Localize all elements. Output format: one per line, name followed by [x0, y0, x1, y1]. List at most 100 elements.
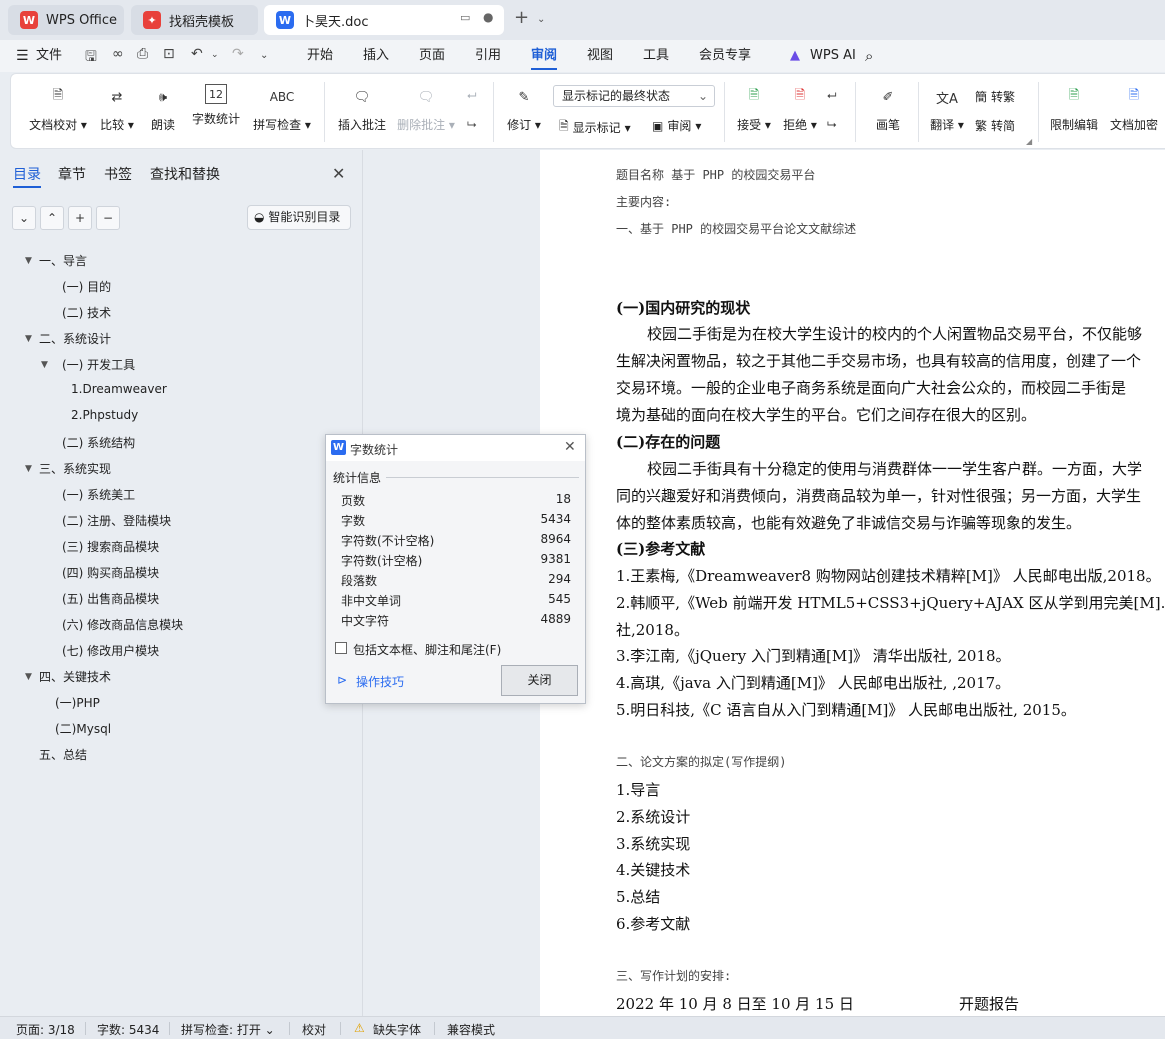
toc-item[interactable]: (三) 搜索商品模块: [62, 538, 159, 555]
wps-writer-icon: W: [331, 440, 346, 455]
show-markup-button[interactable]: 🗎 显示标记 ▾: [559, 117, 631, 138]
toc-item[interactable]: (二) 技术: [62, 304, 111, 321]
toc-item[interactable]: (二)Mysql: [55, 720, 111, 737]
tab-list-chevron-icon[interactable]: ⌄: [537, 14, 545, 25]
nav-tab-sections[interactable]: 章节: [58, 164, 86, 184]
review-pane-button[interactable]: ▣ 审阅 ▾: [652, 117, 701, 134]
menu-tools[interactable]: 工具: [643, 40, 669, 72]
toc-item[interactable]: 三、系统实现: [39, 460, 111, 477]
new-tab-plus-icon[interactable]: +: [514, 7, 529, 28]
to-simplified-button[interactable]: 繁 转简: [975, 117, 1015, 134]
toc-item[interactable]: 二、系统设计: [39, 330, 111, 347]
close-button[interactable]: 关闭: [501, 665, 578, 696]
status-page[interactable]: 页面: 3/18: [16, 1021, 75, 1038]
pen-button[interactable]: ✐ 画笔: [871, 74, 905, 150]
toc-item[interactable]: (一) 系统美工: [62, 486, 135, 503]
menu-review[interactable]: 审阅: [531, 40, 558, 72]
toc-item[interactable]: (一)PHP: [55, 694, 100, 711]
tab-document[interactable]: W 卜昊天.doc ▭ ●: [264, 5, 504, 35]
toc-item[interactable]: 四、关键技术: [39, 668, 111, 685]
toc-item[interactable]: 2.Phpstudy: [71, 408, 138, 422]
dialog-titlebar[interactable]: W 字数统计 ✕: [326, 435, 585, 461]
prev-change-icon[interactable]: ⮠: [827, 88, 837, 103]
toc-item[interactable]: (五) 出售商品模块: [62, 590, 159, 607]
nav-tab-bookmarks[interactable]: 书签: [104, 164, 132, 184]
expand-triangle-icon[interactable]: ▼: [25, 334, 32, 344]
nav-tab-toc[interactable]: 目录: [13, 164, 41, 188]
prev-comment-icon[interactable]: ⮠: [467, 88, 477, 103]
encrypt-button[interactable]: 🗎 文档加密: [1109, 74, 1159, 150]
link-icon[interactable]: ∞: [112, 46, 124, 62]
toc-item[interactable]: 1.Dreamweaver: [71, 382, 167, 396]
toc-item[interactable]: (二) 系统结构: [62, 434, 135, 451]
menu-home[interactable]: 开始: [307, 40, 333, 72]
menu-view[interactable]: 视图: [587, 40, 613, 72]
ribbon-expand-icon[interactable]: ◢: [1026, 137, 1032, 146]
menu-page[interactable]: 页面: [419, 40, 445, 72]
docer-logo-icon: ✦: [143, 11, 161, 29]
accept-button[interactable]: 🗎 接受 ▾: [735, 74, 773, 150]
undo-icon[interactable]: ↶: [191, 46, 203, 62]
next-comment-icon[interactable]: ⮡: [467, 117, 477, 132]
reject-button[interactable]: 🗎 拒绝 ▾: [781, 74, 819, 150]
menu-insert[interactable]: 插入: [363, 40, 389, 72]
collapse-up-icon[interactable]: ⌃: [40, 206, 64, 230]
expand-triangle-icon[interactable]: ▼: [41, 360, 48, 370]
delete-comment-button[interactable]: 🗨 删除批注 ▾: [396, 74, 456, 150]
search-icon[interactable]: ⌕: [865, 40, 873, 72]
to-traditional-button[interactable]: 簡 转繁: [975, 88, 1015, 105]
save-icon[interactable]: 🖫: [85, 46, 97, 70]
remove-level-icon[interactable]: −: [96, 206, 120, 230]
undo-dropdown-icon[interactable]: ⌄: [211, 50, 219, 60]
revise-button[interactable]: ✎ 修订 ▾: [505, 74, 543, 150]
tab-docer-templates[interactable]: ✦ 找稻壳模板: [131, 5, 258, 35]
toc-item[interactable]: (七) 修改用户模块: [62, 642, 159, 659]
toc-item[interactable]: (二) 注册、登陆模块: [62, 512, 171, 529]
next-change-icon[interactable]: ⮡: [827, 117, 837, 132]
print-icon[interactable]: ⎙: [137, 46, 148, 62]
tab-screen-icon[interactable]: ▭: [460, 11, 470, 24]
hamburger-icon[interactable]: ☰: [16, 40, 29, 72]
wps-ai-menu[interactable]: WPS AI: [810, 40, 856, 72]
compare-button[interactable]: ⇄ 比较 ▾: [97, 74, 137, 150]
spell-check-button[interactable]: ABC 拼写检查 ▾: [251, 74, 313, 150]
file-menu[interactable]: 文件: [36, 40, 62, 72]
smart-toc-button[interactable]: ◒ 智能识别目录: [247, 205, 351, 230]
expand-triangle-icon[interactable]: ▼: [25, 464, 32, 474]
expand-triangle-icon[interactable]: ▼: [25, 672, 32, 682]
menu-references[interactable]: 引用: [475, 40, 501, 72]
status-words[interactable]: 字数: 5434: [97, 1021, 159, 1038]
tab-wps-office[interactable]: W WPS Office: [8, 5, 124, 35]
menu-member[interactable]: 会员专享: [699, 40, 751, 72]
collapse-down-icon[interactable]: ⌄: [12, 206, 36, 230]
status-spell-check[interactable]: 拼写检查: 打开 ⌄: [181, 1021, 275, 1038]
toc-item[interactable]: (一) 开发工具: [62, 356, 135, 373]
toc-item[interactable]: 五、总结: [39, 746, 87, 763]
tips-link[interactable]: 操作技巧: [356, 673, 404, 690]
delete-comment-icon: 🗨: [417, 89, 435, 105]
toc-item[interactable]: (一) 目的: [62, 278, 111, 295]
include-textbox-checkbox[interactable]: [335, 642, 347, 654]
restrict-edit-button[interactable]: 🗎 限制编辑: [1049, 74, 1099, 150]
read-aloud-button[interactable]: 🕪 朗读: [147, 74, 179, 150]
close-pane-icon[interactable]: ✕: [332, 164, 345, 183]
tab-unsaved-dot-icon[interactable]: ●: [483, 10, 493, 24]
toc-item[interactable]: 一、导言: [39, 252, 87, 269]
word-count-button[interactable]: 12 字数统计: [189, 74, 243, 150]
expand-triangle-icon[interactable]: ▼: [25, 256, 32, 266]
nav-tab-find-replace[interactable]: 查找和替换: [150, 164, 220, 184]
redo-icon[interactable]: ↷: [232, 46, 244, 62]
translate-button[interactable]: 文A 翻译 ▾: [927, 74, 967, 150]
doc-check-button[interactable]: 🗎 文档校对 ▾: [29, 74, 87, 150]
document-page[interactable]: 题目名称 基于 PHP 的校园交易平台 主要内容: 一、基于 PHP 的校园交易…: [540, 150, 1165, 1016]
dialog-close-icon[interactable]: ✕: [564, 439, 576, 455]
insert-comment-button[interactable]: 🗨 插入批注: [336, 74, 388, 150]
markup-state-dropdown[interactable]: 显示标记的最终状态 ⌄: [553, 85, 715, 107]
print-preview-icon[interactable]: ⊡: [163, 46, 175, 62]
add-level-icon[interactable]: +: [68, 206, 92, 230]
more-chevron-icon[interactable]: ⌄: [260, 50, 268, 61]
status-missing-font[interactable]: 缺失字体: [373, 1021, 421, 1038]
toc-item[interactable]: (六) 修改商品信息模块: [62, 616, 183, 633]
toc-item[interactable]: (四) 购买商品模块: [62, 564, 159, 581]
status-proof[interactable]: 校对: [302, 1021, 326, 1038]
